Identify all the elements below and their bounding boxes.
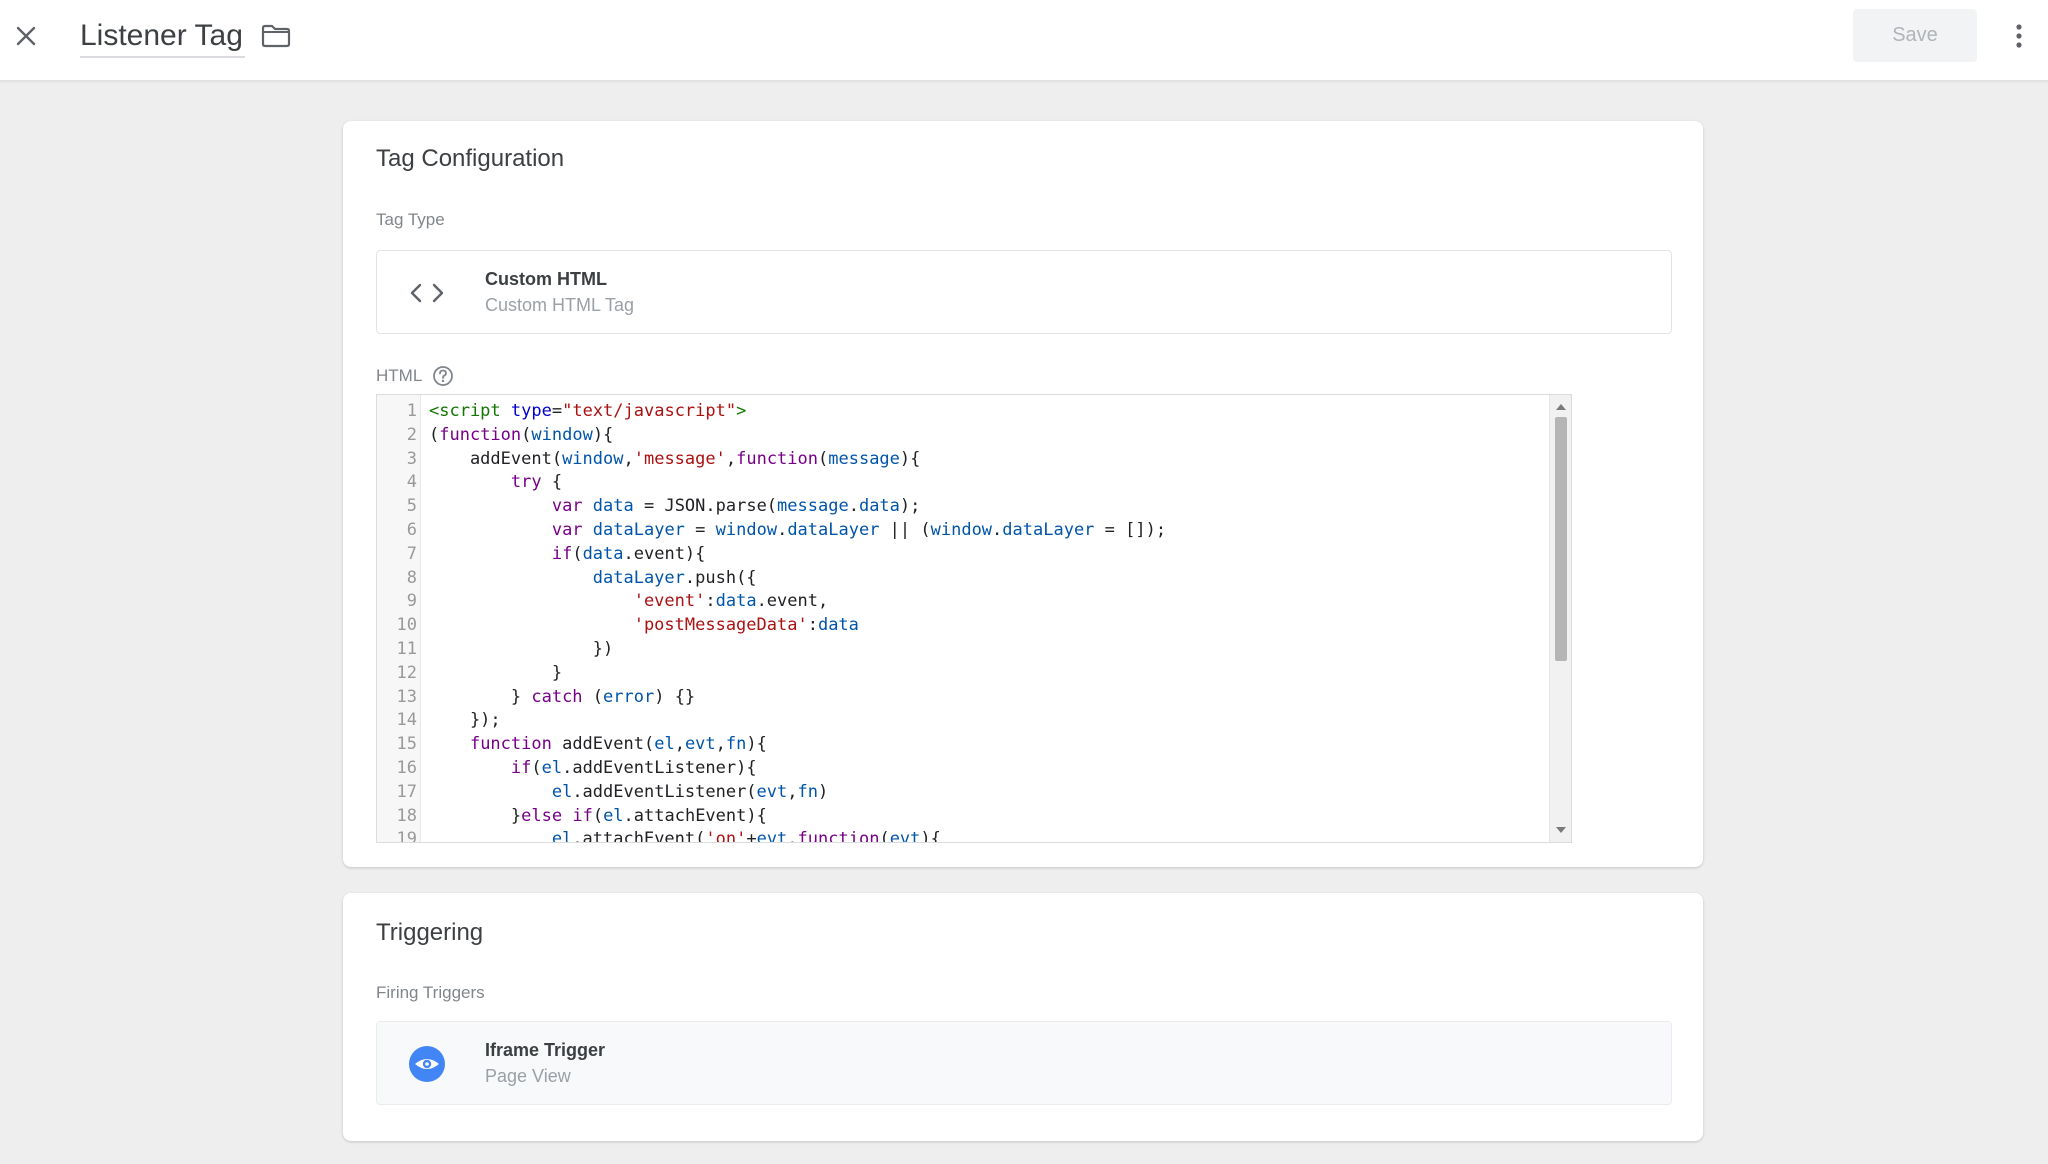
folder-button[interactable] xyxy=(258,20,294,52)
line-number: 19 xyxy=(396,829,417,843)
code-text: if(el.addEventListener){ xyxy=(510,758,757,778)
code-text: 'postMessageData':data xyxy=(633,615,859,636)
code-line[interactable]: 5 var data = JSON.parse(message.data); xyxy=(377,494,1549,518)
tag-type-subtitle: Custom HTML Tag xyxy=(485,295,635,315)
firing-trigger-item[interactable]: Iframe Trigger Page View xyxy=(376,1021,1672,1105)
save-button[interactable]: Save xyxy=(1853,9,1977,62)
code-text: } catch (error) {} xyxy=(429,686,696,707)
trigger-name: Iframe Trigger xyxy=(485,1040,606,1060)
line-number: 16 xyxy=(396,758,417,778)
code-line[interactable]: 12 } xyxy=(377,661,1549,685)
html-code-editor[interactable]: 1 <script type="text/javascript"> 2 (functi… xyxy=(376,394,1572,843)
code-text: <script type="text/javascript"> xyxy=(429,401,747,421)
line-number: 6 xyxy=(406,520,417,540)
line-number: 9 xyxy=(406,591,417,612)
scroll-thumb[interactable] xyxy=(1555,417,1567,661)
tag-configuration-title: Tag Configuration xyxy=(376,145,565,172)
scroll-down-button[interactable] xyxy=(1550,822,1571,838)
line-number: 13 xyxy=(396,686,417,707)
editor-scrollbar[interactable] xyxy=(1549,395,1571,842)
html-label: HTML xyxy=(376,366,423,385)
line-number: 12 xyxy=(396,662,417,683)
code-text: var dataLayer = window.dataLayer || (win… xyxy=(551,520,1167,540)
more-vert-icon xyxy=(2016,24,2022,48)
line-number: 7 xyxy=(406,543,417,564)
tag-type-name: Custom HTML xyxy=(485,269,607,289)
code-line[interactable]: 7 if(data.event){ xyxy=(377,542,1549,566)
code-line[interactable]: 6 var dataLayer = window.dataLayer || (w… xyxy=(377,518,1549,542)
line-number: 11 xyxy=(396,639,417,659)
code-text: (function(window){ xyxy=(429,424,614,445)
more-options-button[interactable] xyxy=(2004,18,2034,54)
tag-name-field[interactable]: Listener Tag xyxy=(80,18,245,58)
code-text: try { xyxy=(510,472,563,493)
firing-triggers-label: Firing Triggers xyxy=(376,983,485,1002)
trigger-subtitle: Page View xyxy=(485,1066,571,1086)
code-line[interactable]: 13 } catch (error) {} xyxy=(377,685,1549,709)
line-number: 18 xyxy=(396,805,417,826)
code-text: function addEvent(el,evt,fn){ xyxy=(469,734,767,755)
code-line[interactable]: 11 }) xyxy=(377,637,1549,661)
arrow-down-icon xyxy=(1556,827,1566,833)
code-brackets-icon xyxy=(403,269,451,317)
code-line[interactable]: 2 (function(window){ xyxy=(377,423,1549,447)
eye-icon xyxy=(403,1040,451,1088)
code-text: el.addEventListener(evt,fn) xyxy=(551,781,829,802)
code-line[interactable]: 16 if(el.addEventListener){ xyxy=(377,756,1549,780)
arrow-up-icon xyxy=(1556,404,1566,410)
code-text: el.attachEvent('on'+evt,function(evt){ xyxy=(551,829,941,843)
code-line[interactable]: 9 'event':data.event, xyxy=(377,589,1549,613)
tag-configuration-card: Tag Configuration Tag Type Custom HTML C… xyxy=(343,121,1703,867)
line-number: 15 xyxy=(396,734,417,755)
line-number: 10 xyxy=(396,615,417,636)
code-line[interactable]: 15 function addEvent(el,evt,fn){ xyxy=(377,732,1549,756)
code-line[interactable]: 14 }); xyxy=(377,708,1549,732)
code-text: 'event':data.event, xyxy=(633,591,829,612)
tag-type-label: Tag Type xyxy=(376,210,445,229)
scroll-up-button[interactable] xyxy=(1550,399,1571,415)
line-number: 8 xyxy=(406,567,417,588)
line-number: 17 xyxy=(396,781,417,802)
code-text: addEvent(window,'message',function(messa… xyxy=(429,448,921,469)
code-line[interactable]: 19 el.attachEvent('on'+evt,function(evt)… xyxy=(377,827,1549,843)
code-line[interactable]: 10 'postMessageData':data xyxy=(377,613,1549,637)
html-label-row: HTML xyxy=(376,365,454,387)
line-number: 1 xyxy=(406,401,417,421)
code-text: }else if(el.attachEvent){ xyxy=(429,805,767,826)
close-button[interactable] xyxy=(10,18,42,54)
code-line[interactable]: 17 el.addEventListener(evt,fn) xyxy=(377,780,1549,804)
code-line[interactable]: 8 dataLayer.push({ xyxy=(377,566,1549,590)
line-number: 5 xyxy=(406,496,417,517)
code-text: }); xyxy=(429,710,501,731)
code-line[interactable]: 3 addEvent(window,'message',function(mes… xyxy=(377,447,1549,471)
triggering-title: Triggering xyxy=(376,919,484,946)
code-text: var data = JSON.parse(message.data); xyxy=(551,496,921,517)
triggering-card: Triggering Firing Triggers Iframe Trigge… xyxy=(343,893,1703,1141)
code-line[interactable]: 4 try { xyxy=(377,470,1549,494)
line-number: 3 xyxy=(406,448,417,469)
line-number: 4 xyxy=(406,472,417,493)
folder-icon xyxy=(261,24,291,48)
line-number: 2 xyxy=(406,424,417,445)
code-line[interactable]: 18 }else if(el.attachEvent){ xyxy=(377,804,1549,828)
help-circle-icon[interactable] xyxy=(432,365,454,387)
code-line[interactable]: 1 <script type="text/javascript"> xyxy=(377,399,1549,423)
line-number: 14 xyxy=(396,710,417,731)
code-text: if(data.event){ xyxy=(551,543,706,564)
code-text: dataLayer.push({ xyxy=(592,567,757,588)
tag-type-selector[interactable]: Custom HTML Custom HTML Tag xyxy=(376,250,1672,334)
top-bar: Listener Tag Save xyxy=(0,0,2048,81)
close-icon xyxy=(16,26,36,46)
code-text: }) xyxy=(429,639,614,659)
code-text: } xyxy=(429,662,563,683)
